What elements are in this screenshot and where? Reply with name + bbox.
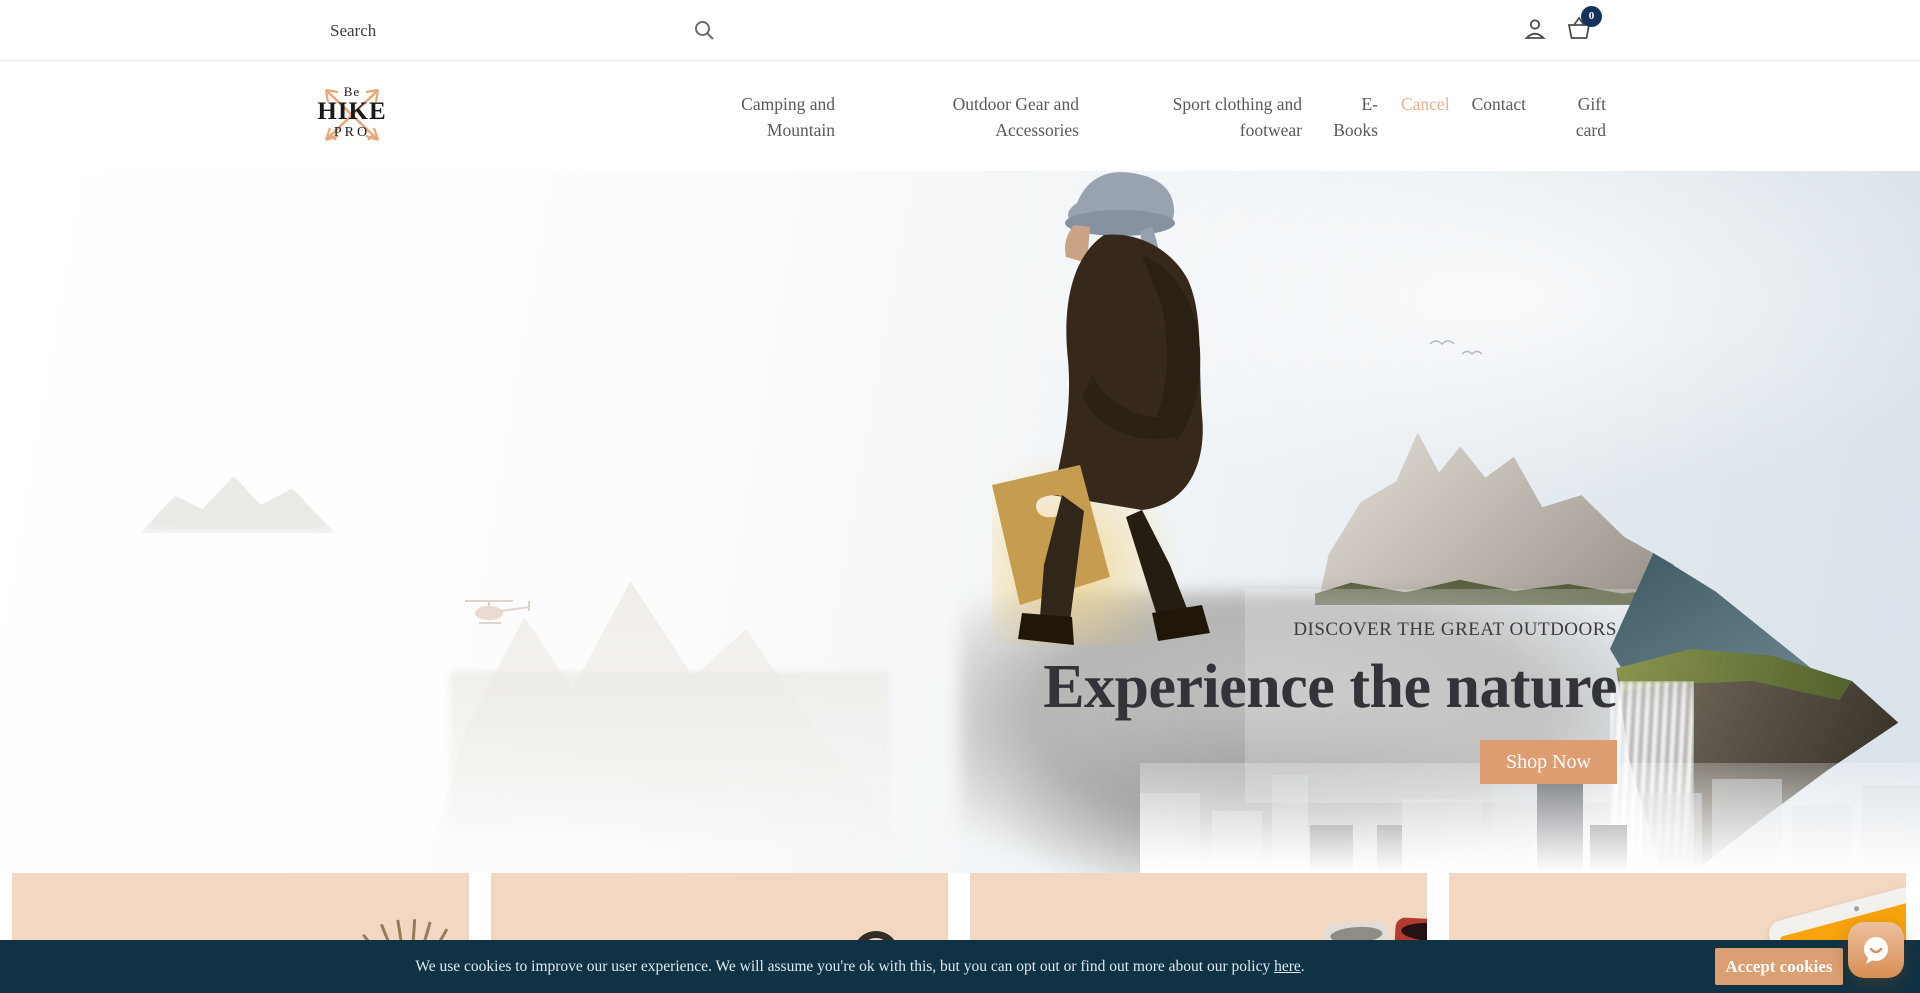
search-icon (692, 18, 716, 42)
foreground-rocks-shadow (1000, 691, 1540, 873)
topbar-actions: 0 (1522, 16, 1592, 42)
logo[interactable]: Be HIKE PRO (314, 78, 390, 154)
far-left-ridge (140, 471, 335, 533)
cliff-left (450, 671, 890, 871)
chat-widget-button[interactable] (1848, 922, 1904, 978)
mountains-center (1318, 429, 1674, 603)
trekking-poles-image (408, 918, 412, 919)
nav-item-e-books[interactable]: E-Books (1327, 91, 1378, 143)
topbar: 0 (0, 0, 1920, 61)
nav-item-outdoor-gear-and-accessories[interactable]: Outdoor Gear and Accessories (934, 91, 1079, 143)
account-button[interactable] (1522, 16, 1548, 42)
cookie-message: We use cookies to improve our user exper… (0, 958, 1720, 976)
page: 0 Be HIKE PRO Camping and Mountain Outdo… (0, 0, 1920, 993)
island-rock (1610, 553, 1920, 873)
hero-title: Experience the nature (1043, 655, 1617, 720)
hero-text-block: DISCOVER THE GREAT OUTDOORS Experience t… (1043, 619, 1617, 784)
nav-item-gift-card[interactable]: Gift card (1563, 91, 1606, 143)
hiker-woman-illustration (992, 171, 1252, 645)
logo-text: Be HIKE PRO (314, 85, 390, 140)
nav-item-cancel[interactable]: Cancel (1401, 91, 1450, 117)
cart-button[interactable]: 0 (1566, 16, 1592, 42)
nav-item-sport-clothing-and-footwear[interactable]: Sport clothing and footwear (1155, 91, 1302, 143)
helicopter-icon (455, 593, 539, 629)
navbar: Be HIKE PRO Camping and Mountain Outdoor… (0, 62, 1920, 171)
user-icon (1522, 16, 1548, 42)
hero-kicker: DISCOVER THE GREAT OUTDOORS (1043, 619, 1617, 641)
nav-item-camping-and-mountain[interactable]: Camping and Mountain (729, 91, 835, 143)
shop-now-button[interactable]: Shop Now (1480, 740, 1617, 784)
mountains-left (428, 563, 910, 863)
foreground-rocks (960, 591, 1680, 873)
distant-teal-peak (1628, 579, 1684, 611)
hero-banner: DISCOVER THE GREAT OUTDOORS Experience t… (0, 171, 1920, 873)
main-nav: Camping and Mountain Outdoor Gear and Ac… (729, 91, 1606, 143)
accept-cookies-button[interactable]: Accept cookies (1715, 948, 1843, 985)
search-button[interactable] (690, 17, 718, 45)
cookie-policy-link[interactable]: here (1274, 958, 1301, 975)
nav-item-contact[interactable]: Contact (1472, 91, 1526, 117)
island-grass (1610, 553, 1920, 873)
floating-island (1610, 553, 1920, 873)
island-mountain (1610, 553, 1920, 873)
cart-count-badge: 0 (1581, 6, 1602, 27)
chat-bubble-icon (1860, 934, 1892, 966)
cookie-banner: We use cookies to improve our user exper… (0, 940, 1920, 993)
search-box (330, 14, 718, 48)
waterfall (1610, 681, 1694, 873)
search-input[interactable] (330, 14, 718, 48)
hero-sky (0, 171, 1920, 873)
green-ridge (1315, 577, 1677, 605)
birds-icon (1428, 336, 1488, 362)
